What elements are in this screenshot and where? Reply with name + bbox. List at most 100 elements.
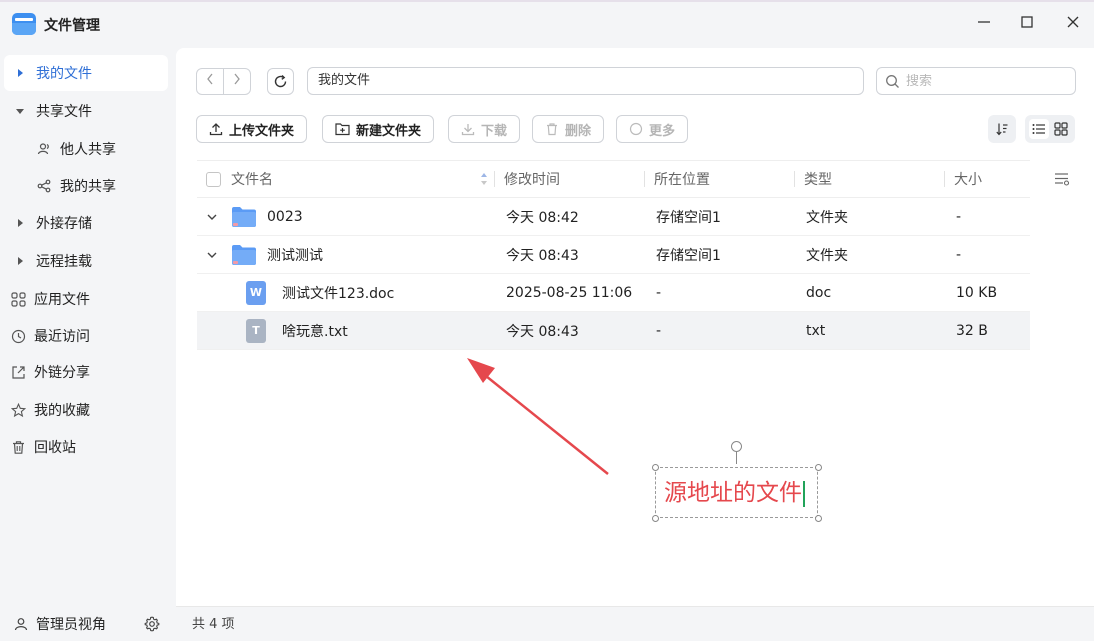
sidebar-item-external-storage[interactable]: 外接存储	[4, 205, 168, 241]
location-cell: -	[656, 322, 662, 339]
sidebar-item-favorites[interactable]: 我的收藏	[4, 392, 168, 428]
table-row[interactable]: 测试测试 今天 08:43 存储空间1 文件夹 -	[197, 236, 1030, 274]
chevron-down-icon[interactable]	[207, 213, 221, 221]
col-size-header[interactable]: 大小	[944, 160, 1030, 198]
new-folder-button[interactable]: 新建文件夹	[322, 115, 435, 143]
caret-right-icon	[12, 215, 28, 231]
main-panel: 我的文件 上传文件夹 新建文件夹 下载 删除 更多 文件名	[176, 48, 1094, 606]
sidebar-item-label: 我的收藏	[34, 403, 90, 419]
table-row[interactable]: 0023 今天 08:42 存储空间1 文件夹 -	[197, 198, 1030, 236]
size-cell: 10 KB	[956, 284, 998, 301]
users-icon	[36, 141, 52, 157]
col-label: 修改时间	[504, 172, 560, 188]
resize-handle[interactable]	[815, 464, 822, 471]
forward-button[interactable]	[224, 69, 250, 94]
view-toggle	[1025, 115, 1075, 143]
select-all-checkbox[interactable]	[206, 171, 221, 187]
modified-cell: 2025-08-25 11:06	[506, 284, 633, 301]
type-cell: doc	[806, 284, 832, 301]
sidebar-item-app-files[interactable]: 应用文件	[4, 281, 168, 317]
col-location-header[interactable]: 所在位置	[644, 160, 794, 198]
resize-handle[interactable]	[652, 464, 659, 471]
location-cell: -	[656, 284, 662, 301]
sidebar-item-label: 他人共享	[60, 142, 116, 158]
user-icon	[14, 617, 28, 631]
apps-icon	[10, 291, 26, 307]
col-name-header[interactable]: 文件名	[197, 160, 494, 198]
download-button[interactable]: 下载	[448, 115, 521, 143]
close-button[interactable]	[1063, 14, 1083, 34]
clock-icon	[10, 328, 26, 344]
caret-right-icon	[12, 65, 28, 81]
col-label: 文件名	[231, 172, 273, 188]
sidebar-item-recent[interactable]: 最近访问	[4, 318, 168, 354]
sidebar-item-recycle-bin[interactable]: 回收站	[4, 429, 168, 465]
admin-view-switch[interactable]: 管理员视角	[0, 606, 176, 641]
chevron-down-icon[interactable]	[207, 251, 221, 259]
sort-button[interactable]	[988, 115, 1016, 143]
column-settings-icon[interactable]	[1054, 172, 1070, 190]
rotate-handle[interactable]	[731, 441, 742, 452]
more-button[interactable]: 更多	[616, 115, 689, 143]
upload-icon	[209, 122, 223, 136]
search-box[interactable]	[876, 67, 1076, 95]
text-caret	[803, 480, 805, 507]
caret-right-icon	[12, 253, 28, 269]
upload-folder-button[interactable]: 上传文件夹	[196, 115, 308, 143]
upload-folder-label: 上传文件夹	[229, 123, 295, 139]
sidebar-item-label: 回收站	[34, 440, 76, 456]
list-view-icon[interactable]	[1029, 119, 1049, 139]
window-top-edge	[0, 0, 1094, 2]
file-name: 测试文件123.doc	[282, 285, 395, 302]
col-type-header[interactable]: 类型	[794, 160, 944, 198]
resize-handle[interactable]	[815, 515, 822, 522]
sidebar-item-shared-files[interactable]: 共享文件	[4, 93, 168, 129]
size-cell: -	[956, 208, 962, 225]
refresh-button[interactable]	[267, 68, 294, 95]
refresh-icon	[273, 74, 288, 89]
download-icon	[461, 122, 475, 136]
sidebar-item-label: 我的共享	[60, 179, 116, 195]
sidebar-item-my-files[interactable]: 我的文件	[4, 55, 168, 91]
col-modified-header[interactable]: 修改时间	[494, 160, 644, 198]
caret-down-icon	[12, 103, 28, 119]
delete-button[interactable]: 删除	[532, 115, 605, 143]
maximize-button[interactable]	[1017, 14, 1037, 34]
sidebar-item-label: 应用文件	[34, 292, 90, 308]
folder-icon	[231, 244, 257, 266]
minimize-button[interactable]	[974, 14, 994, 34]
file-manager-app-icon	[12, 13, 36, 35]
col-label: 大小	[954, 172, 982, 188]
file-name: 啥玩意.txt	[282, 323, 348, 340]
star-icon	[10, 402, 26, 418]
path-bar[interactable]: 我的文件	[307, 67, 864, 95]
history-nav	[196, 68, 251, 95]
sort-arrows-icon[interactable]	[480, 171, 488, 187]
grid-view-icon[interactable]	[1051, 119, 1071, 139]
col-label: 所在位置	[654, 172, 710, 188]
type-cell: txt	[806, 322, 826, 339]
sidebar-item-shared-with-me[interactable]: 他人共享	[4, 131, 168, 167]
share-icon	[36, 178, 52, 194]
table-row[interactable]: T 啥玩意.txt 今天 08:43 - txt 32 B	[197, 312, 1030, 350]
delete-label: 删除	[565, 123, 592, 139]
admin-view-label: 管理员视角	[36, 616, 106, 633]
sidebar-item-remote-mount[interactable]: 远程挂载	[4, 243, 168, 279]
text-file-icon: T	[246, 318, 266, 343]
search-input[interactable]	[906, 73, 1066, 89]
title-bar: 文件管理	[0, 0, 1094, 48]
search-icon	[885, 74, 900, 89]
gear-icon[interactable]	[144, 616, 160, 632]
table-row[interactable]: W 测试文件123.doc 2025-08-25 11:06 - doc 10 …	[197, 274, 1030, 312]
status-bar: 共 4 项	[176, 606, 1094, 641]
sidebar-item-external-links[interactable]: 外链分享	[4, 354, 168, 390]
annotation-textbox[interactable]: 源地址的文件	[652, 441, 822, 522]
resize-handle[interactable]	[652, 515, 659, 522]
back-button[interactable]	[197, 69, 224, 94]
type-cell: 文件夹	[806, 209, 848, 226]
sidebar-item-my-shares[interactable]: 我的共享	[4, 168, 168, 204]
type-cell: 文件夹	[806, 247, 848, 264]
trash-icon	[10, 439, 26, 455]
folder-icon	[231, 206, 257, 228]
more-icon	[629, 122, 643, 136]
